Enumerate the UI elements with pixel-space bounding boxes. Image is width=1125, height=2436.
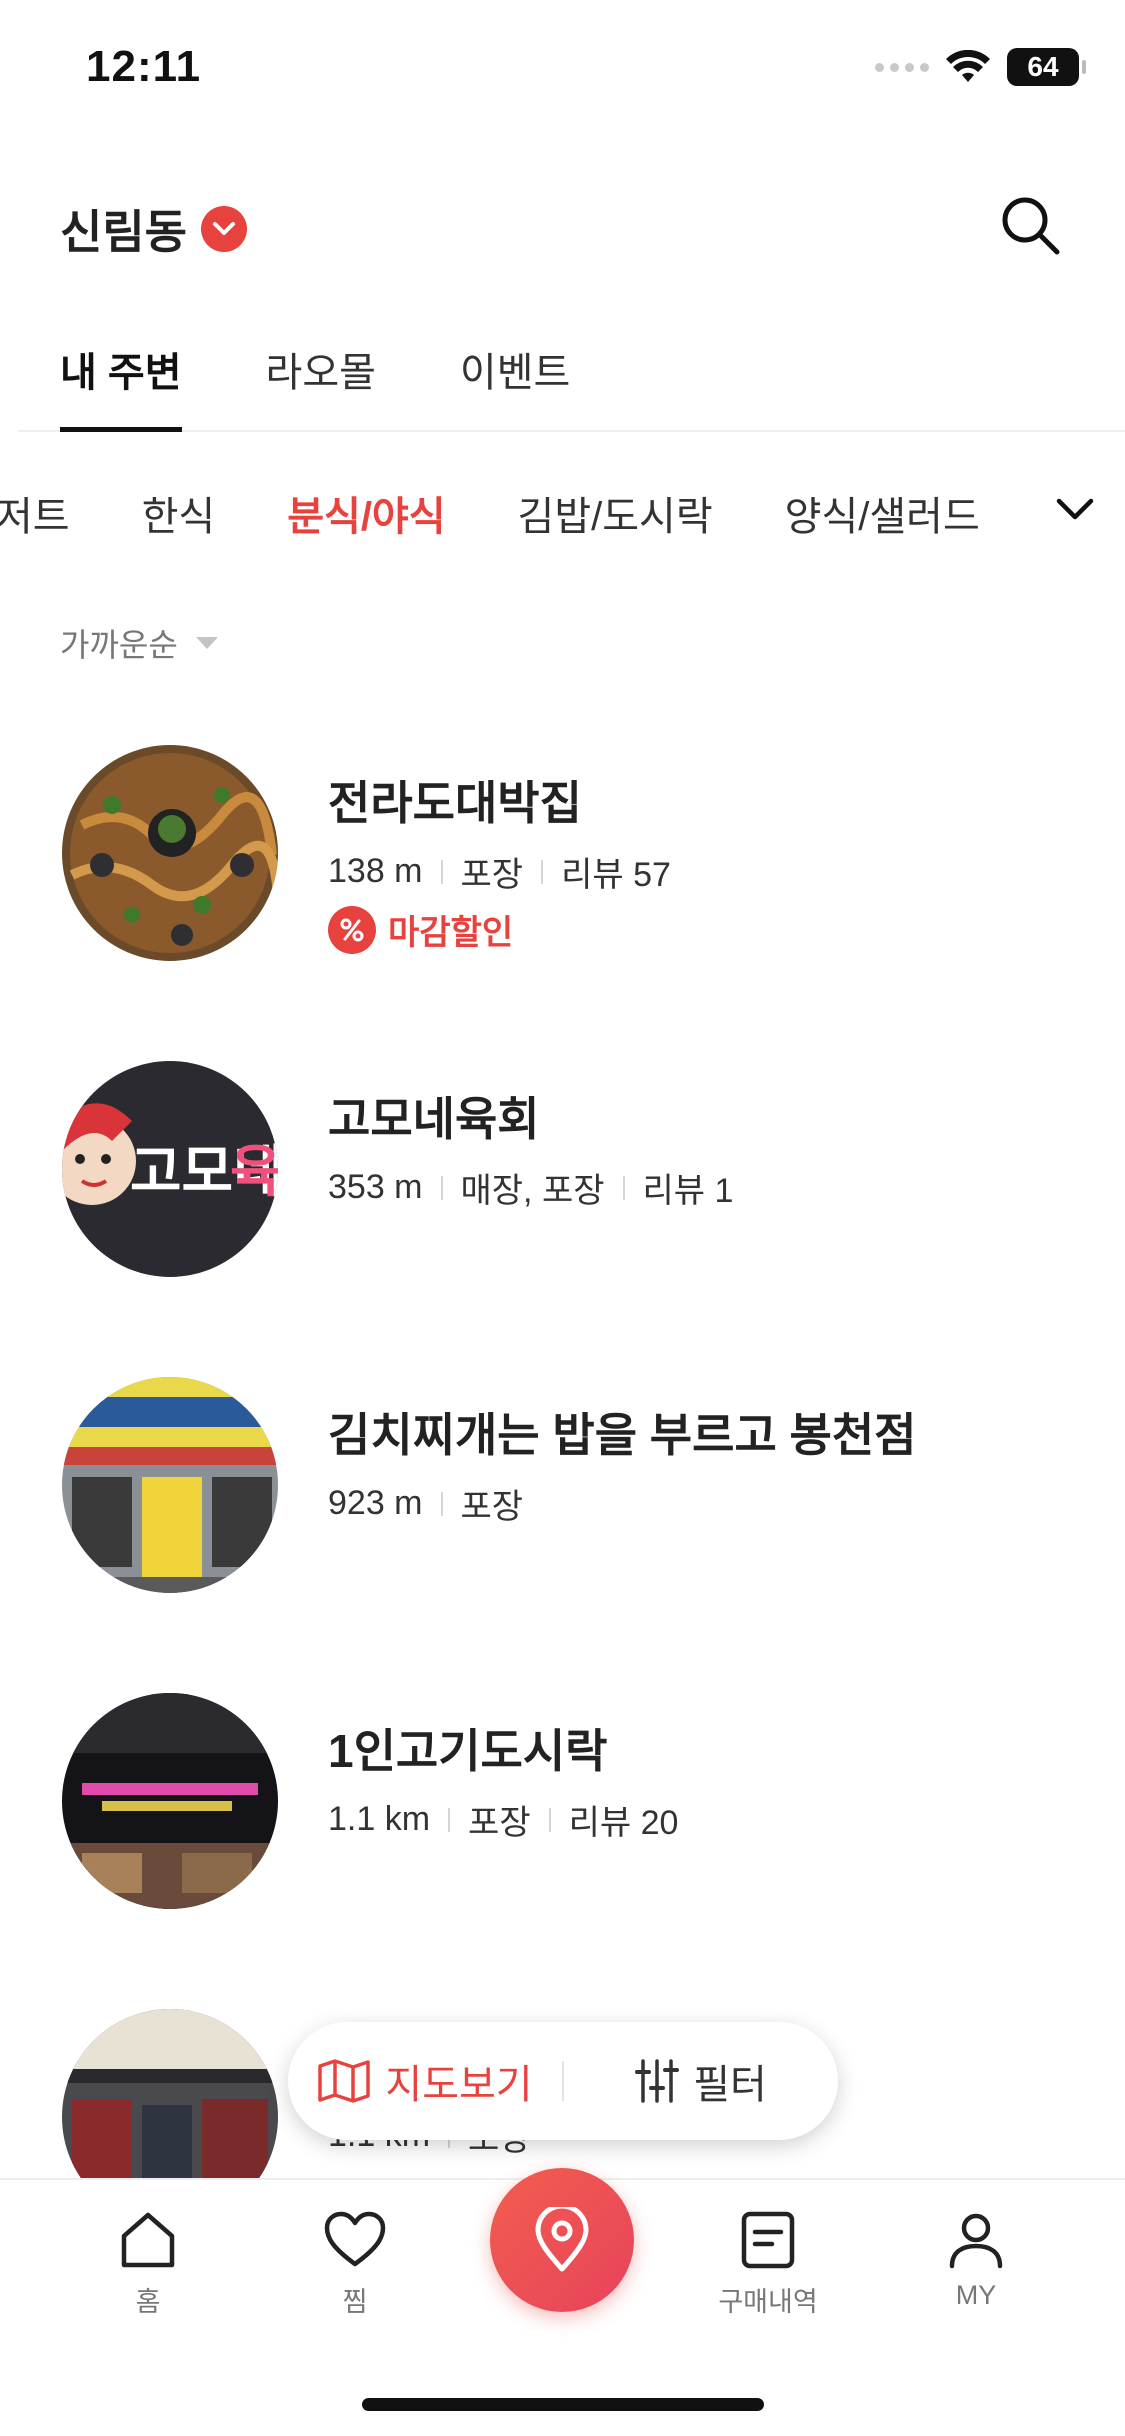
nav-location-button[interactable] (490, 2168, 634, 2312)
location-pin-icon (535, 2207, 589, 2272)
store-item[interactable]: 전라도대박집 138 m 포장 리뷰 57 마감할인 (0, 745, 1125, 985)
tab-raomall[interactable]: 라오몰 (224, 330, 418, 430)
nav-orders[interactable]: 구매내역 (698, 2210, 838, 2319)
wifi-icon (946, 50, 990, 82)
home-icon (121, 2212, 175, 2268)
store-name: 전라도대박집 (328, 777, 582, 829)
store-meta: 138 m 포장 리뷰 57 (328, 847, 671, 896)
receipt-icon (741, 2211, 795, 2269)
cellular-signal-icon (875, 62, 929, 72)
meta-divider (440, 1175, 443, 1200)
meta-divider (622, 1175, 625, 1200)
store-name: 1인고기도시락 (328, 1725, 608, 1777)
map-icon (318, 2059, 371, 2103)
nav-home-label: 홈 (135, 2287, 161, 2317)
store-thumbnail (62, 1693, 278, 1909)
chevron-down-icon (1056, 498, 1094, 520)
floating-action-bar: 지도보기 필터 (288, 2022, 838, 2140)
battery-icon: 64 (1007, 48, 1086, 86)
store-meta: 353 m 매장, 포장 리뷰 1 (328, 1163, 733, 1212)
category-korean[interactable]: 한식 (106, 484, 252, 542)
store-distance: 138 m (328, 852, 423, 890)
map-view-button[interactable]: 지도보기 (288, 2022, 562, 2140)
heart-icon (324, 2211, 386, 2267)
store-service: 포장 (460, 1488, 524, 1526)
category-snack[interactable]: 분식/야식 (251, 484, 481, 542)
store-reviews: 리뷰 1 (642, 1172, 734, 1210)
nav-home[interactable]: 홈 (78, 2210, 218, 2319)
sort-label: 가까운순 (60, 627, 178, 663)
category-western[interactable]: 양식/샐러드 (749, 484, 1016, 542)
category-bar: 저트 한식 분식/야식 김밥/도시락 양식/샐러드 (0, 470, 1125, 550)
nav-orders-label: 구매내역 (718, 2287, 818, 2317)
store-thumbnail (62, 745, 278, 961)
meta-divider (448, 1807, 451, 1832)
category-expand-button[interactable] (995, 470, 1125, 550)
search-icon (1002, 197, 1060, 255)
sort-dropdown[interactable]: 가까운순 (60, 620, 220, 666)
store-thumbnail: 고모네 육 (62, 1061, 278, 1277)
store-item[interactable]: 1인고기도시락 1.1 km 포장 리뷰 20 (0, 1693, 1125, 1933)
store-distance: 923 m (328, 1484, 423, 1522)
meta-divider (548, 1807, 551, 1832)
status-time: 12:11 (86, 42, 202, 91)
status-indicators: 64 (875, 48, 1086, 86)
store-distance: 353 m (328, 1168, 423, 1206)
status-bar: 12:11 64 (0, 0, 1125, 140)
store-meta: 923 m 포장 (328, 1479, 523, 1528)
discount-percent-icon (328, 905, 376, 954)
store-name: 김치찌개는 밥을 부르고 봉천점 (328, 1409, 917, 1461)
header: 신림동 (0, 180, 1125, 270)
store-thumbnail (62, 1377, 278, 1593)
location-label: 신림동 (60, 206, 187, 258)
filter-label: 필터 (693, 2063, 767, 2107)
tab-label: 라오몰 (265, 351, 376, 395)
svg-text:육: 육 (230, 1140, 278, 1205)
nav-favorites[interactable]: 찜 (285, 2210, 425, 2319)
user-icon (949, 2213, 1003, 2269)
tab-events[interactable]: 이벤트 (418, 330, 612, 430)
tab-label: 내 주변 (60, 351, 182, 395)
triangle-down-icon (195, 637, 218, 649)
store-item[interactable]: 김치찌개는 밥을 부르고 봉천점 923 m 포장 (0, 1377, 1125, 1617)
filter-sliders-icon (635, 2059, 680, 2103)
main-tabs: 내 주변 라오몰 이벤트 (18, 330, 1125, 432)
store-meta: 1.1 km 포장 리뷰 20 (328, 1795, 678, 1844)
store-reviews: 리뷰 57 (561, 856, 671, 894)
meta-divider (440, 859, 443, 884)
tab-label: 이벤트 (459, 351, 571, 395)
store-service: 포장 (460, 856, 524, 894)
nav-favorites-label: 찜 (342, 2287, 368, 2317)
category-track: 저트 한식 분식/야식 김밥/도시락 양식/샐러드 (0, 484, 1016, 542)
meta-divider (541, 859, 544, 884)
discount-label: 마감할인 (388, 914, 514, 952)
discount-badge: 마감할인 (328, 905, 513, 954)
filter-button[interactable]: 필터 (564, 2022, 838, 2140)
store-name: 고모네육회 (328, 1093, 540, 1145)
map-view-label: 지도보기 (385, 2063, 533, 2107)
meta-divider (440, 1491, 443, 1516)
category-dessert[interactable]: 저트 (0, 484, 106, 542)
home-indicator[interactable] (362, 2398, 764, 2411)
tab-nearby[interactable]: 내 주변 (18, 330, 224, 432)
category-gimbap[interactable]: 김밥/도시락 (482, 484, 749, 542)
search-button[interactable] (995, 190, 1065, 260)
store-reviews: 리뷰 20 (568, 1804, 679, 1842)
store-service: 매장, 포장 (460, 1172, 605, 1210)
battery-level: 64 (1027, 51, 1059, 82)
location-selector[interactable]: 신림동 (60, 196, 247, 262)
nav-my[interactable]: MY (906, 2210, 1046, 2311)
chevron-down-icon (200, 206, 247, 252)
nav-my-label: MY (955, 2280, 997, 2310)
store-service: 포장 (468, 1804, 531, 1842)
store-distance: 1.1 km (328, 1800, 431, 1838)
store-item[interactable]: 고모네 육 고모네육회 353 m 매장, 포장 리뷰 1 (0, 1061, 1125, 1301)
